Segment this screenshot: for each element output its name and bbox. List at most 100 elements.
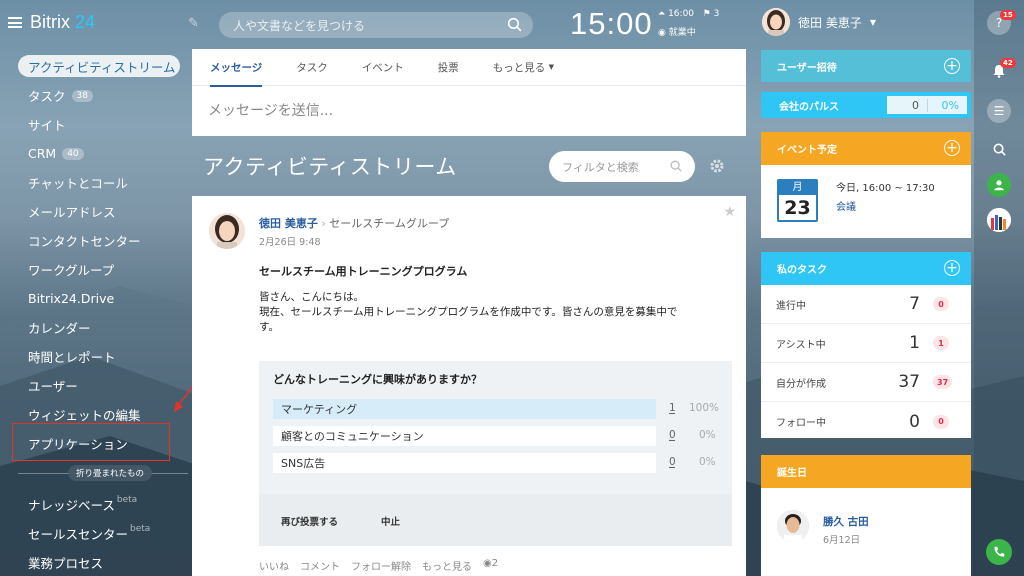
sidebar-item-drive[interactable]: Bitrix24.Drive — [18, 284, 188, 313]
star-icon[interactable]: ★ — [723, 204, 736, 220]
logo-row: Bitrix 24 — [8, 12, 95, 33]
task-badge: 37 — [933, 375, 953, 389]
tab-poll[interactable]: 投票 — [438, 49, 459, 86]
poll-question: どんなトレーニングに興味がありますか？ — [273, 373, 482, 386]
post-group-link[interactable]: セールスチームグループ — [329, 217, 449, 230]
search-icon[interactable] — [987, 137, 1011, 161]
phone-icon[interactable] — [986, 539, 1012, 565]
alarm-icon: ⏶ — [658, 9, 666, 19]
tab-more[interactable]: もっと見る ▼ — [493, 49, 554, 86]
revote-button[interactable]: 再び投票する — [281, 514, 338, 528]
clock[interactable]: 15:00 — [570, 6, 653, 42]
tab-message[interactable]: メッセージ — [210, 49, 263, 87]
annotation-highlight-box — [12, 423, 170, 461]
flag-icon: ⚑ — [702, 9, 711, 19]
my-tasks-widget: 私のタスク + 進行中 7 0 アシスト中 1 1 自分が作成 37 37 フォロー中 0 0 — [761, 252, 971, 438]
time-info[interactable]: ⏶ 16:00 ⚑ 3 ◉ 就業中 — [658, 9, 719, 44]
invite-users-button[interactable]: ユーザー招待 + — [761, 50, 971, 82]
compose-panel: メッセージ タスク イベント 投票 もっと見る ▼ メッセージを送信... — [192, 49, 746, 136]
menu-icon[interactable] — [8, 17, 22, 28]
event-name-link[interactable]: 会議 — [836, 198, 856, 213]
tab-task[interactable]: タスク — [296, 49, 328, 86]
sidebar-item-activity-stream[interactable]: アクティビティストリーム — [18, 55, 180, 77]
left-sidebar: Bitrix 24 アクティビティストリーム タスク 38 サイト CRM 40 チ… — [0, 0, 192, 576]
user-menu[interactable]: 徳田 美恵子 ▼ — [762, 8, 876, 36]
filter-search-input[interactable]: フィルタと検索 — [549, 151, 695, 182]
birthdays-widget: 誕生日 勝久 古田 6月12日 — [761, 455, 971, 576]
status-icon: ◉ — [658, 28, 666, 38]
post-date[interactable]: 2月26日 9:48 — [259, 234, 321, 248]
sidebar-item-chat[interactable]: チャットとコール — [18, 168, 188, 197]
like-button[interactable]: いいね — [259, 558, 289, 573]
search-input[interactable]: 人や文書などを見つける — [219, 12, 533, 38]
app-logo[interactable]: Bitrix 24 — [30, 12, 95, 33]
user-contact-icon[interactable] — [987, 173, 1011, 197]
tab-event[interactable]: イベント — [362, 49, 404, 86]
task-row[interactable]: フォロー中 0 0 — [761, 402, 971, 441]
company-pulse[interactable]: 会社のパルス 0 0% — [761, 92, 971, 118]
gear-icon[interactable] — [709, 158, 725, 174]
message-input[interactable]: メッセージを送信... — [192, 86, 746, 134]
post-title: セールスチーム用トレーニングプログラム — [259, 265, 468, 278]
stop-poll-button[interactable]: 中止 — [381, 514, 400, 528]
post-body: 皆さん、こんにちは。 現在、セールスチーム用トレーニングプログラムを作成中です。… — [259, 291, 678, 333]
chevron-down-icon: ▼ — [548, 63, 555, 71]
sidebar-item-workgroups[interactable]: ワークグループ — [18, 255, 188, 284]
birthday-avatar[interactable] — [777, 510, 809, 542]
task-badge: 0 — [933, 297, 949, 311]
plus-icon: + — [944, 58, 960, 74]
post-author-link[interactable]: 徳田 美恵子 — [259, 217, 318, 230]
pencil-icon[interactable]: ✎ — [188, 16, 199, 31]
birthday-date: 6月12日 — [823, 535, 861, 546]
birthdays-header: 誕生日 — [761, 455, 971, 488]
events-widget: イベント予定 + 月 23 今日, 16:00 ~ 17:30 会議 — [761, 132, 971, 238]
sidebar-item-time-reports[interactable]: 時間とレポート — [18, 342, 188, 371]
plus-icon[interactable]: + — [944, 260, 960, 276]
sidebar-item-crm[interactable]: CRM 40 — [18, 139, 188, 168]
plus-icon[interactable]: + — [944, 140, 960, 156]
right-toolbar: ? 15 42 ☰ — [974, 0, 1024, 576]
sidebar-item-sites[interactable]: サイト — [18, 110, 188, 139]
event-time: 今日, 16:00 ~ 17:30 — [836, 183, 935, 194]
task-badge: 0 — [933, 414, 949, 429]
collapsed-separator[interactable]: 折り畳まれたもの — [18, 465, 188, 481]
sidebar-item-calendar[interactable]: カレンダー — [18, 313, 188, 342]
sidebar-item-mail[interactable]: メールアドレス — [18, 197, 188, 226]
poll-votes[interactable]: 0 — [669, 456, 676, 468]
poll-option[interactable]: SNS広告 — [273, 453, 656, 473]
feed-post: 徳田 美恵子 › セールスチームグループ 2月26日 9:48 ★ セールスチー… — [192, 196, 746, 576]
chat-icon[interactable]: ☰ — [987, 99, 1011, 123]
birthday-name-link[interactable]: 勝久 古田 — [823, 514, 869, 529]
page-title: アクティビティストリーム — [203, 155, 457, 179]
task-row[interactable]: 進行中 7 0 — [761, 285, 971, 324]
post-author-avatar[interactable] — [209, 213, 245, 249]
team-avatar[interactable] — [987, 208, 1011, 232]
comment-button[interactable]: コメント — [300, 558, 340, 573]
poll-percent: 0% — [699, 429, 716, 441]
poll-option[interactable]: マーケティング — [273, 399, 656, 419]
chevron-down-icon: ▼ — [869, 17, 876, 27]
eye-icon: ◉ — [483, 558, 492, 569]
task-row[interactable]: アシスト中 1 1 — [761, 324, 971, 363]
sidebar-item-workflows[interactable]: 業務プロセス — [18, 548, 188, 576]
sidebar-item-contact-center[interactable]: コンタクトセンター — [18, 226, 188, 255]
sidebar-item-sales-center[interactable]: セールスセンター beta — [18, 519, 188, 548]
views-count: ◉2 — [483, 558, 499, 569]
crm-count-badge: 40 — [62, 147, 84, 160]
sidebar-item-tasks[interactable]: タスク 38 — [18, 81, 188, 110]
poll-votes[interactable]: 0 — [669, 429, 676, 441]
calendar-icon: 月 23 — [777, 179, 818, 222]
chevron-right-icon: › — [321, 217, 326, 230]
more-button[interactable]: もっと見る — [422, 558, 472, 573]
sidebar-item-knowledge-base[interactable]: ナレッジベース beta — [18, 490, 188, 519]
sidebar-menu: アクティビティストリーム タスク 38 サイト CRM 40 チャットとコール メー… — [18, 55, 188, 458]
unfollow-button[interactable]: フォロー解除 — [351, 558, 411, 573]
poll-votes[interactable]: 1 — [669, 402, 676, 414]
task-badge: 1 — [933, 336, 949, 350]
task-row[interactable]: 自分が作成 37 37 — [761, 363, 971, 402]
poll-option[interactable]: 顧客とのコミュニケーション — [273, 426, 656, 446]
sidebar-item-users[interactable]: ユーザー — [18, 371, 188, 400]
pulse-values: 0 0% — [887, 96, 967, 114]
poll-percent: 0% — [699, 456, 716, 468]
poll-percent: 100% — [689, 402, 720, 414]
